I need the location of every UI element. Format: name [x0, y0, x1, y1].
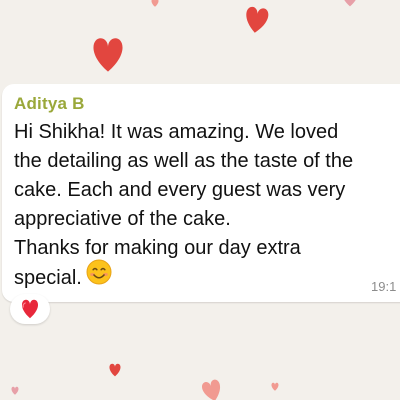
reaction-badge[interactable]	[10, 294, 50, 324]
heart-icon	[271, 382, 279, 391]
message-line: cake. Each and every guest was very	[14, 179, 346, 201]
heart-icon	[109, 363, 121, 377]
heart-icon	[93, 38, 123, 72]
message-timestamp: 19:1	[371, 279, 397, 294]
red-heart-icon	[21, 299, 39, 319]
message-line: special.	[14, 266, 82, 289]
heart-icon	[11, 386, 19, 395]
message-line: the detailing as well as the taste of th…	[14, 150, 354, 172]
heart-icon	[341, 0, 359, 7]
message-line: Hi Shikha! It was amazing. We loved	[14, 121, 339, 143]
heart-icon	[200, 378, 224, 400]
message-line: appreciative of the cake.	[14, 208, 231, 230]
message-line: Thanks for making our day extra	[14, 237, 301, 259]
heart-icon	[243, 6, 270, 35]
message-text: Hi Shikha! It was amazing. We loved the …	[14, 118, 400, 294]
smiling-face-icon	[86, 259, 112, 294]
heart-icon	[151, 0, 159, 7]
sender-name[interactable]: Aditya B	[14, 94, 85, 114]
message-last-line: special.	[14, 259, 400, 294]
